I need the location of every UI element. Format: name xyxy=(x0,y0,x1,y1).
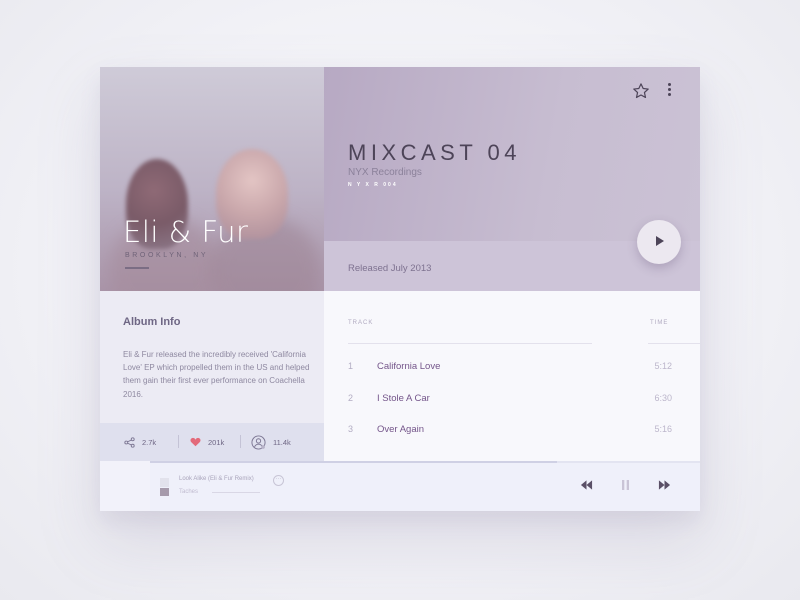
album-info-panel: Album Info Eli & Fur released the incred… xyxy=(100,291,324,423)
track-time: 5:16 xyxy=(654,424,672,434)
like-count: 201k xyxy=(208,437,225,447)
player-left-strip xyxy=(100,461,150,511)
share-icon xyxy=(124,436,135,448)
artist-location: BROOKLYN, NY xyxy=(125,252,209,259)
now-playing-thumbnail xyxy=(160,488,169,496)
artist-underline xyxy=(125,267,149,269)
time-column-header: TIME xyxy=(650,320,669,326)
divider xyxy=(178,435,179,448)
now-playing-artist: Taches xyxy=(179,489,199,495)
track-title[interactable]: California Love xyxy=(377,361,440,372)
track-column-header: TRACK xyxy=(348,320,374,326)
star-icon[interactable] xyxy=(632,82,650,100)
play-button[interactable] xyxy=(637,220,681,264)
artist-photo: Eli & Fur BROOKLYN, NY xyxy=(100,67,324,291)
now-playing-title: Look Alike (Eli & Fur Remix) xyxy=(179,476,254,482)
play-icon xyxy=(656,236,664,246)
album-info-text: Eli & Fur released the incredibly receiv… xyxy=(123,350,310,399)
track-number: 3 xyxy=(348,424,354,434)
album-header: MIXCAST 04 NYX Recordings N Y X R 004 xyxy=(324,67,700,241)
user-icon xyxy=(251,434,266,450)
rewind-icon[interactable] xyxy=(580,480,593,490)
stats-bar: 2.7k 201k 11.4k xyxy=(100,423,324,461)
track-time: 6:30 xyxy=(654,393,672,403)
track-number: 2 xyxy=(348,393,354,403)
header-divider xyxy=(348,343,592,344)
now-playing-more-button[interactable]: ··· xyxy=(273,475,284,486)
pause-icon[interactable] xyxy=(621,480,630,490)
track-number: 1 xyxy=(348,361,354,371)
track-list: TRACK TIME 1 California Love 5:12 2 I Stole … xyxy=(324,291,700,461)
album-card: Eli & Fur BROOKLYN, NY MIXCAST 04 NYX Re… xyxy=(100,67,700,511)
artist-name: Eli & Fur xyxy=(123,215,249,249)
more-vertical-icon[interactable] xyxy=(666,83,672,99)
track-row[interactable]: 1 California Love 5:12 xyxy=(324,357,700,377)
record-label[interactable]: NYX Recordings xyxy=(348,167,422,178)
fast-forward-icon[interactable] xyxy=(658,480,671,490)
catalog-code: N Y X R 004 xyxy=(348,182,398,188)
now-playing-thumbnail xyxy=(160,478,169,487)
progress-fill xyxy=(150,461,557,463)
share-count: 2.7k xyxy=(142,437,157,447)
album-info-heading: Album Info xyxy=(123,316,181,328)
progress-bar[interactable] xyxy=(150,461,700,463)
listeners-stat[interactable]: 11.4k xyxy=(251,434,291,450)
album-title: MIXCAST 04 xyxy=(348,140,521,165)
release-date: Released July 2013 xyxy=(348,263,432,274)
track-row[interactable]: 3 Over Again 5:16 xyxy=(324,420,700,440)
player-bar: Look Alike (Eli & Fur Remix) Taches ··· xyxy=(100,461,700,511)
divider xyxy=(240,435,241,448)
track-time: 5:12 xyxy=(654,361,672,371)
heart-icon xyxy=(190,437,201,447)
header-divider xyxy=(648,343,700,344)
track-title[interactable]: I Stole A Car xyxy=(377,393,430,404)
share-stat[interactable]: 2.7k xyxy=(124,435,156,449)
like-stat[interactable]: 201k xyxy=(190,435,224,449)
track-title[interactable]: Over Again xyxy=(377,424,424,435)
now-playing-bar xyxy=(212,492,260,493)
listener-count: 11.4k xyxy=(273,437,291,447)
track-row[interactable]: 2 I Stole A Car 6:30 xyxy=(324,389,700,409)
